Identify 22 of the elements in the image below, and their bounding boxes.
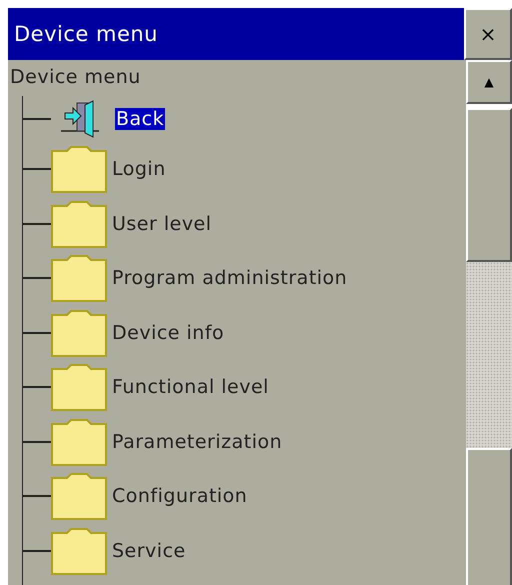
tree-item[interactable]: Login <box>111 158 167 180</box>
tree-item[interactable]: Configuration <box>111 485 248 508</box>
tree-item[interactable]: Functional level <box>111 376 270 398</box>
folder-icon <box>51 363 107 412</box>
tree-root[interactable]: Device menu <box>10 66 141 96</box>
folder-icon <box>51 472 107 520</box>
folder-icon <box>51 200 107 248</box>
close-button[interactable]: × <box>464 8 512 60</box>
folder-icon <box>51 526 107 575</box>
folder-icon <box>51 145 107 194</box>
folder-icon <box>51 308 107 357</box>
tree-item[interactable]: Back <box>115 108 166 130</box>
tree-item[interactable]: Parameterization <box>111 430 284 453</box>
tree-item[interactable]: User level <box>111 212 213 235</box>
tree-item[interactable]: Device info <box>111 322 226 344</box>
scrollbar-thumb[interactable] <box>466 108 512 262</box>
window-title: Device menu <box>8 8 464 60</box>
tree-item[interactable]: Program administration <box>111 267 348 290</box>
folder-icon <box>51 254 107 302</box>
tree-item[interactable]: Service <box>111 540 187 562</box>
folder-icon <box>51 418 107 466</box>
scroll-up-button[interactable]: ▲ <box>466 60 512 104</box>
